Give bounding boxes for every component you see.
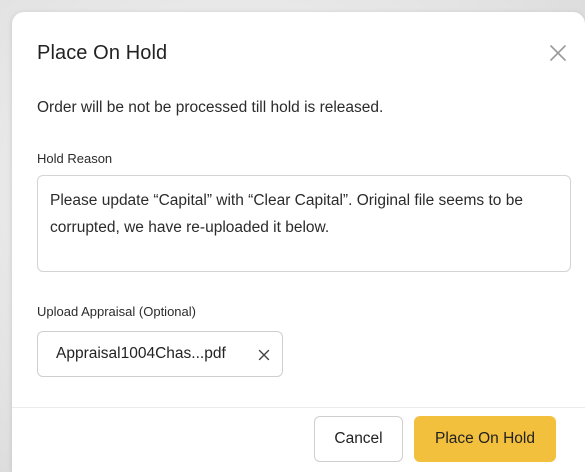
- uploaded-file-name: Appraisal1004Chas...pdf: [56, 345, 226, 362]
- cancel-button[interactable]: Cancel: [314, 416, 403, 462]
- uploaded-file-chip: Appraisal1004Chas...pdf: [37, 331, 283, 377]
- footer-divider: [12, 407, 585, 408]
- remove-file-button[interactable]: [258, 348, 270, 361]
- place-on-hold-button[interactable]: Place On Hold: [414, 416, 556, 462]
- close-icon: [550, 45, 566, 61]
- hold-reason-textarea[interactable]: Please update “Capital” with “Clear Capi…: [37, 175, 571, 272]
- close-button[interactable]: [548, 43, 568, 63]
- remove-file-icon: [258, 349, 270, 361]
- hold-reason-label: Hold Reason: [37, 151, 113, 166]
- dialog-description: Order will be not be processed till hold…: [37, 99, 384, 116]
- place-on-hold-dialog: Place On Hold Order will be not be proce…: [12, 12, 585, 472]
- upload-appraisal-label: Upload Appraisal (Optional): [37, 304, 196, 319]
- dialog-title: Place On Hold: [37, 42, 168, 64]
